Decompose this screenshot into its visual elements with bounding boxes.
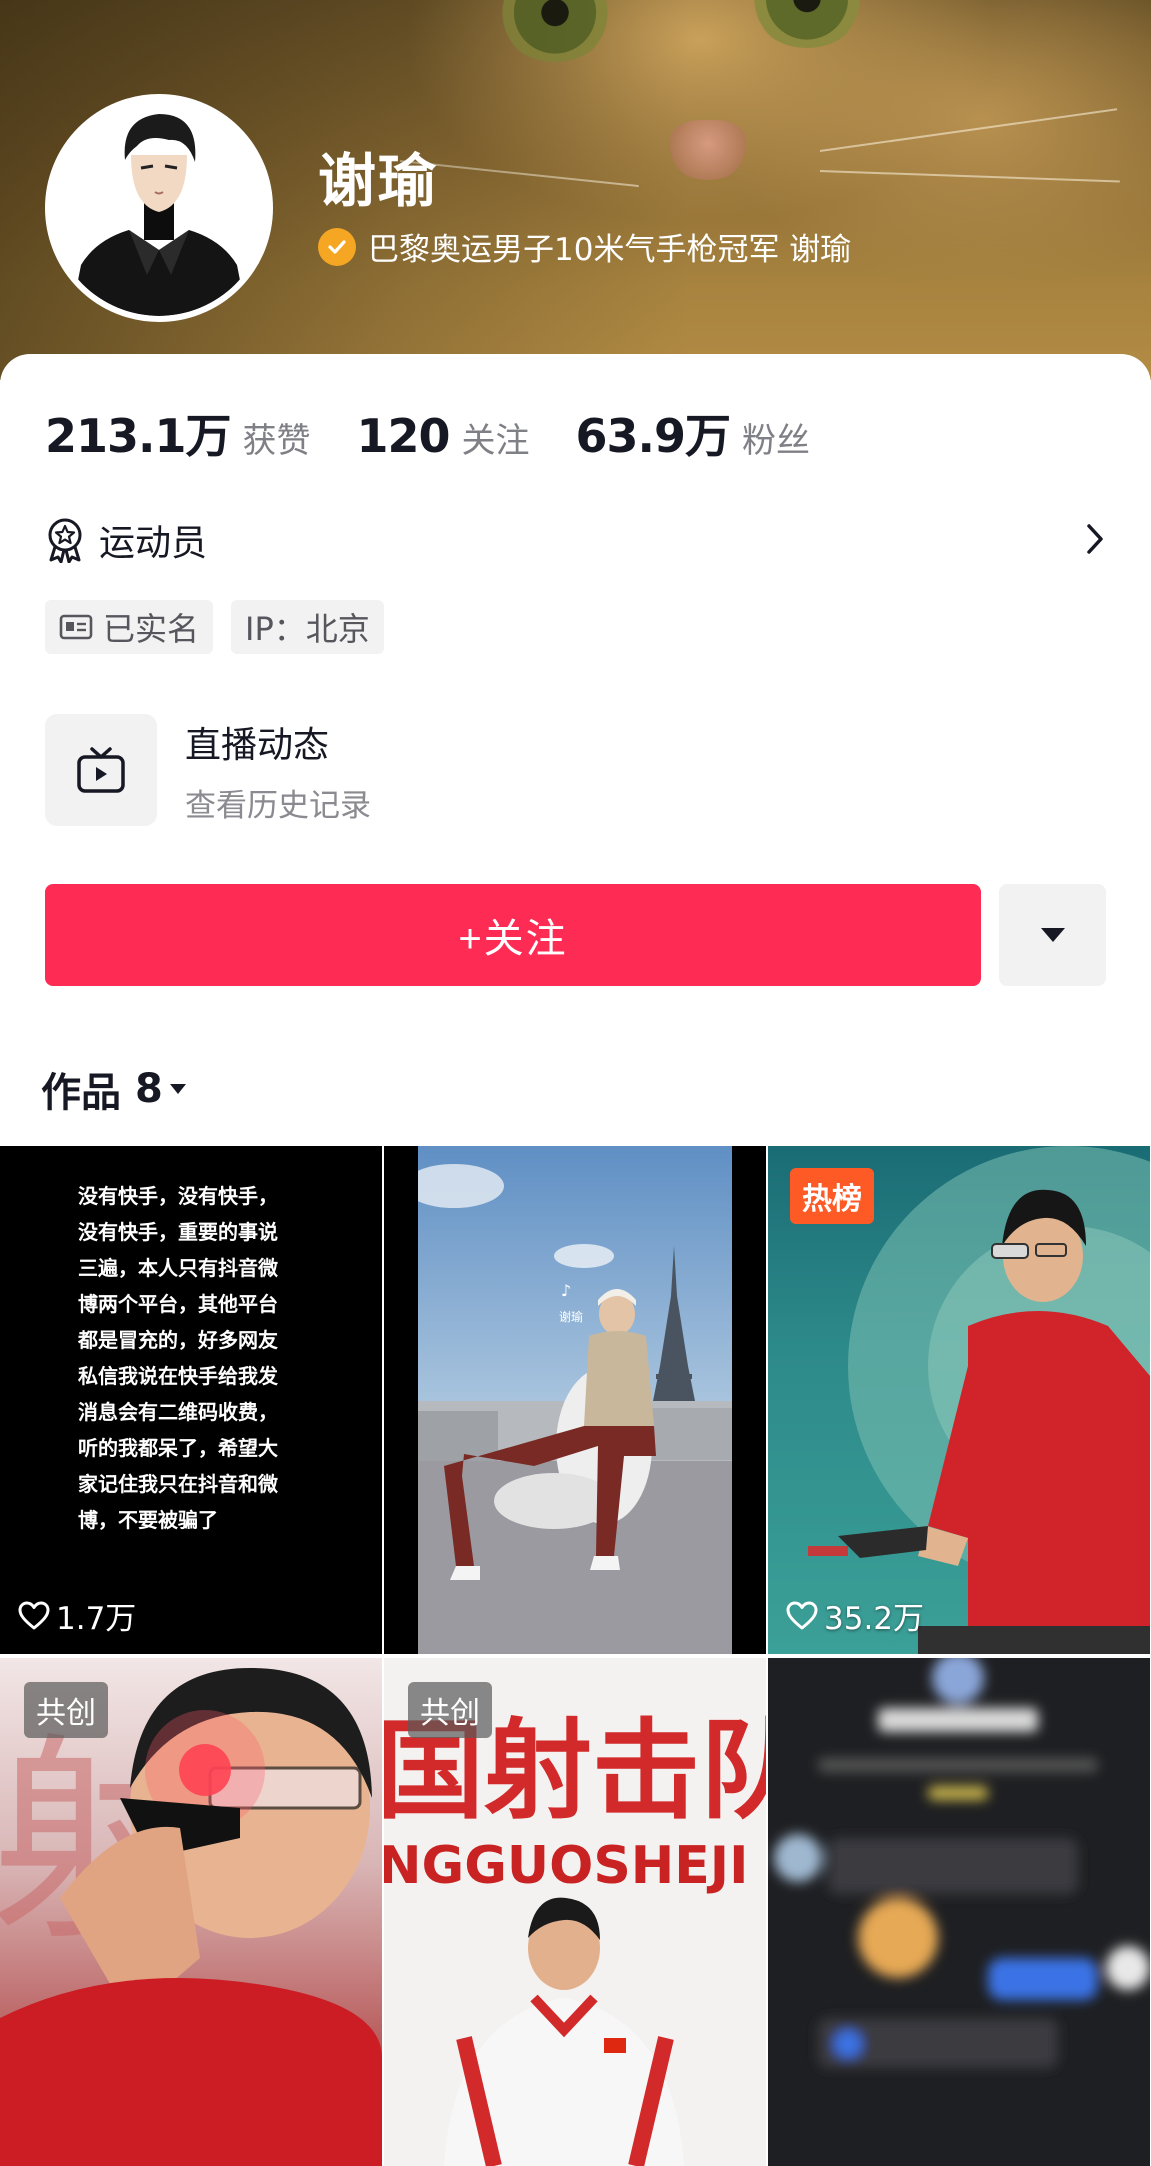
live-history-entry[interactable]: 直播动态 查看历史记录 [45,714,371,826]
like-count: 1.7万 [18,1593,136,1638]
avatar-illustration [71,114,247,316]
role-row[interactable]: 运动员 [45,512,1106,568]
stat-followers[interactable]: 63.9万 粉丝 [576,400,811,466]
video-thumbnail[interactable]: 射 共创 [0,1658,382,2166]
like-count-value: 1.7万 [56,1601,137,1637]
chevron-right-icon [1087,524,1103,554]
verification-row: 巴黎奥运男子10米气手枪冠军 谢瑜 [318,224,851,269]
live-subtitle: 查看历史记录 [185,787,371,824]
verified-check-icon [318,227,356,266]
stat-value: 63.9万 [575,409,731,463]
video-thumbnail[interactable]: ♪ 谢瑜 [384,1146,766,1654]
caret-down-icon [169,1084,186,1094]
works-label: 作品 [41,1070,121,1116]
thumbnail-watermark: 谢瑜 [559,1309,583,1324]
stat-value: 213.1万 [45,409,232,463]
like-count: 35.2万 [786,1593,924,1638]
tag-label: 已实名 [103,610,200,648]
co-creation-badge: 共创 [408,1682,492,1738]
video-thumbnail[interactable] [768,1658,1150,2166]
video-thumbnail[interactable]: 热榜 35.2万 [768,1146,1150,1654]
thumbnail-text: 没有快手，没有快手， 没有快手，重要的事说 三遍，本人只有抖音微 博两个平台，其… [78,1184,278,1532]
tag-ip-location: IP：北京 [231,600,384,654]
stat-following[interactable]: 120 关注 [357,409,530,463]
heart-icon [786,1601,818,1629]
hot-badge: 热榜 [790,1168,874,1224]
live-title: 直播动态 [185,724,330,766]
profile-name: 谢瑜 [318,147,439,215]
thumbnail-banner-subtext: NGGUOSHEJI [384,1836,749,1896]
follow-button[interactable]: +关注 [45,884,981,986]
stat-label: 获赞 [242,421,311,461]
id-card-icon [59,614,93,640]
more-options-button[interactable] [999,884,1106,986]
stats-row: 213.1万 获赞 120 关注 63.9万 粉丝 [45,400,856,466]
co-creation-badge: 共创 [24,1682,108,1738]
stat-label: 关注 [461,421,530,461]
video-thumbnail[interactable]: 国射击队 NGGUOSHEJI 共创 [384,1658,766,2166]
stat-likes[interactable]: 213.1万 获赞 [45,400,311,466]
live-tv-icon [45,714,157,826]
thumbnail-image [774,1658,1150,2068]
works-count: 8 [135,1066,163,1112]
like-count-value: 35.2万 [824,1601,925,1637]
verification-text: 巴黎奥运男子10米气手枪冠军 谢瑜 [368,232,852,268]
heart-icon [18,1601,50,1629]
svg-text:♪: ♪ [561,1281,571,1300]
caret-down-icon [1040,928,1065,942]
athlete-badge-icon [48,518,82,563]
video-thumbnail[interactable]: 没有快手，没有快手， 没有快手，重要的事说 三遍，本人只有抖音微 博两个平台，其… [0,1146,382,1654]
role-label: 运动员 [99,523,208,564]
stat-label: 粉丝 [742,421,811,461]
tag-real-name: 已实名 [45,600,214,654]
tab-works[interactable]: 作品 8 [41,1060,187,1118]
stat-value: 120 [356,409,451,463]
thumbnail-image: ♪ 谢瑜 [384,1146,766,1654]
tag-label: IP：北京 [245,610,370,648]
avatar[interactable] [45,94,273,322]
profile-tags: 已实名 IP：北京 [45,600,402,654]
